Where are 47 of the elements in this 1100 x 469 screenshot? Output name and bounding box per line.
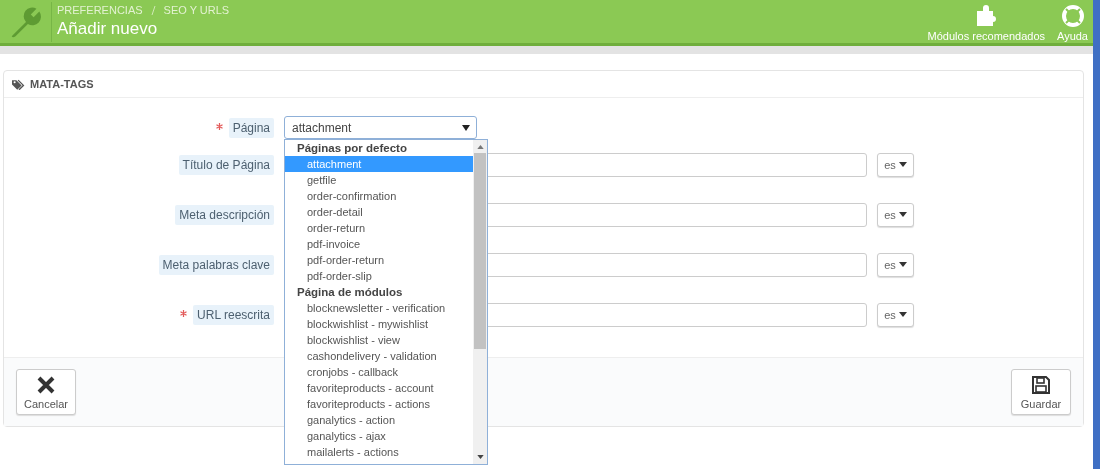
page-select[interactable]: attachment <box>284 116 477 139</box>
dropdown-option[interactable]: cashondelivery - validation <box>285 348 473 364</box>
dropdown-option[interactable]: cronjobs - callback <box>285 364 473 380</box>
dropdown-option[interactable]: order-return <box>285 220 473 236</box>
language-button[interactable]: es <box>877 252 914 277</box>
dropdown-option[interactable]: favoriteproducts - account <box>285 380 473 396</box>
tags-icon <box>12 78 26 90</box>
field-label: Página <box>228 117 274 138</box>
option-group-label: Páginas por defecto <box>296 141 408 156</box>
dropdown-option[interactable]: mailalerts - actions <box>285 444 473 460</box>
caret-icon <box>898 312 907 317</box>
puzzle-icon <box>974 3 999 28</box>
caret-icon <box>898 212 907 217</box>
language-button[interactable]: es <box>877 152 914 177</box>
save-button[interactable]: Guardar <box>1011 369 1071 415</box>
dropdown-option[interactable]: blockwishlist - view <box>285 332 473 348</box>
dropdown-option[interactable]: blocknewsletter - verification <box>285 300 473 316</box>
caret-icon <box>898 262 907 267</box>
caret-icon <box>898 162 907 167</box>
dropdown-option[interactable]: order-detail <box>285 204 473 220</box>
dropdown-option[interactable]: pdf-order-slip <box>285 268 473 284</box>
field-label: Meta palabras clave <box>158 254 274 275</box>
caret-icon <box>462 124 470 131</box>
cancel-button[interactable]: Cancelar <box>16 369 76 415</box>
dropdown-option[interactable]: blockwishlist - mywishlist <box>285 316 473 332</box>
panel-title: MATA-TAGS <box>30 78 94 90</box>
dropdown-option[interactable]: order-confirmation <box>285 188 473 204</box>
field-label: Meta descripción <box>175 204 274 225</box>
field-label: Título de Página <box>178 154 274 175</box>
field-label: URL reescrita <box>193 304 274 325</box>
dropdown-option[interactable]: getfile <box>285 172 473 188</box>
dropdown-option[interactable]: pdf-order-return <box>285 252 473 268</box>
dropdown-option[interactable]: ganalytics - ajax <box>285 428 473 444</box>
page-title: Añadir nuevo <box>57 19 159 39</box>
scroll-down-icon <box>476 455 484 459</box>
option-group-label: Página de módulos <box>296 285 404 300</box>
scrollbar[interactable] <box>473 140 487 464</box>
slash-icon <box>150 5 156 15</box>
language-button[interactable]: es <box>877 202 914 227</box>
close-icon <box>36 374 56 395</box>
save-icon <box>1031 374 1051 395</box>
language-button[interactable]: es <box>877 302 914 327</box>
dropdown-option[interactable]: favoriteproducts - actions <box>285 396 473 412</box>
scroll-up-icon <box>476 145 484 149</box>
dropdown-option[interactable]: ganalytics - action <box>285 412 473 428</box>
lifebuoy-icon <box>1060 3 1085 28</box>
dropdown-option[interactable]: pdf-invoice <box>285 236 473 252</box>
